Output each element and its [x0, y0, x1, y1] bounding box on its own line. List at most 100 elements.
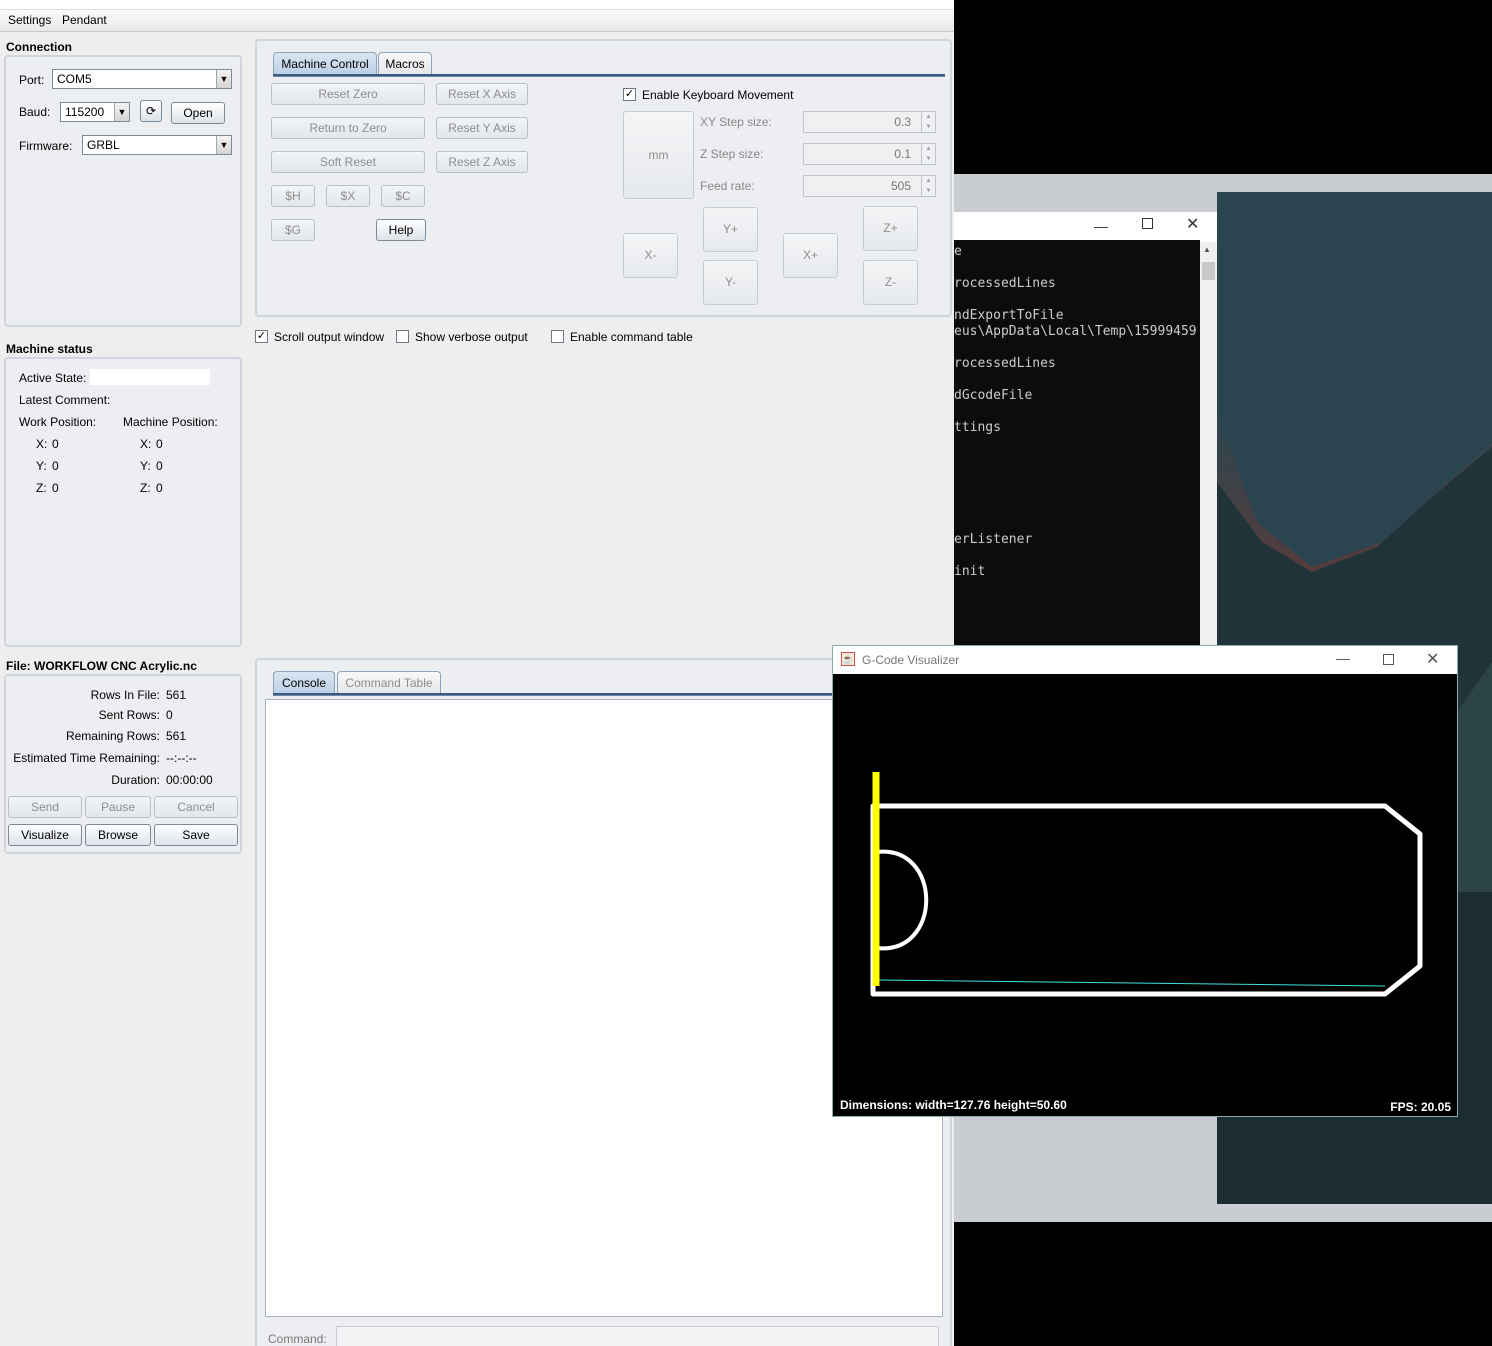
- jog-z-minus-button[interactable]: Z-: [863, 260, 918, 305]
- firmware-select[interactable]: GRBL ▼: [82, 135, 232, 155]
- port-select[interactable]: COM5 ▼: [52, 69, 232, 89]
- gcode-visualizer-window: Dimensions: width=127.76 height=50.60 FP…: [832, 645, 1458, 1117]
- visualizer-title: G-Code Visualizer: [862, 653, 960, 667]
- soft-reset-button[interactable]: Soft Reset: [271, 151, 425, 173]
- est-time-label: Estimated Time Remaining:: [13, 751, 160, 765]
- tab-macros[interactable]: Macros: [378, 52, 432, 76]
- chevron-down-icon[interactable]: ▼: [216, 136, 231, 154]
- z-step-input[interactable]: 0.1 ▲ ▼: [803, 143, 936, 165]
- command-table-checkbox[interactable]: [551, 330, 564, 343]
- z-step-value: 0.1: [894, 147, 911, 161]
- work-y-label: Y:: [36, 459, 47, 473]
- spinner-arrows-icon[interactable]: ▲ ▼: [921, 144, 935, 164]
- xy-step-input[interactable]: 0.3 ▲ ▼: [803, 111, 936, 133]
- scroll-thumb[interactable]: [1202, 262, 1215, 280]
- machine-control-panel: Machine Control Macros Reset Zero Reset …: [255, 39, 952, 317]
- gcode-state-button[interactable]: $G: [271, 219, 315, 241]
- fps-label: FPS: 20.05: [1390, 1100, 1451, 1114]
- toolpath-progress-line: [877, 979, 1386, 987]
- open-button[interactable]: Open: [171, 102, 225, 124]
- terminal-line: erListener: [954, 532, 1033, 547]
- reset-zero-button[interactable]: Reset Zero: [271, 83, 425, 105]
- terminal-scrollbar[interactable]: ▲: [1200, 242, 1217, 646]
- chevron-down-icon[interactable]: ▼: [114, 103, 129, 121]
- sent-rows-label: Sent Rows:: [98, 708, 160, 722]
- home-button[interactable]: $H: [271, 185, 315, 207]
- maximize-icon[interactable]: [1383, 654, 1394, 665]
- verbose-output-checkbox[interactable]: [396, 330, 409, 343]
- close-icon[interactable]: ✕: [1186, 214, 1199, 234]
- verbose-output-label: Show verbose output: [415, 330, 528, 344]
- menu-pendant[interactable]: Pendant: [62, 13, 107, 27]
- refresh-ports-button[interactable]: ⟳: [140, 100, 162, 122]
- keyboard-movement-checkbox[interactable]: ✓: [623, 88, 636, 101]
- work-x-value: 0: [52, 437, 59, 451]
- tab-console[interactable]: Console: [273, 671, 335, 695]
- save-button[interactable]: Save: [154, 824, 238, 846]
- sent-rows-value: 0: [166, 708, 173, 722]
- terminal-line: eus\AppData\Local\Temp\15999459: [954, 324, 1197, 339]
- jog-y-minus-button[interactable]: Y-: [703, 260, 758, 305]
- jog-x-minus-button[interactable]: X-: [623, 233, 678, 278]
- work-z-label: Z:: [36, 481, 47, 495]
- feed-rate-value: 505: [890, 179, 911, 193]
- scroll-up-icon[interactable]: ▲: [1203, 245, 1211, 254]
- latest-comment-label: Latest Comment:: [19, 393, 111, 407]
- scroll-output-checkbox[interactable]: ✓: [255, 330, 268, 343]
- xy-step-value: 0.3: [894, 115, 911, 129]
- jog-x-plus-button[interactable]: X+: [783, 233, 838, 278]
- z-step-label: Z Step size:: [700, 147, 764, 161]
- pause-button[interactable]: Pause: [85, 796, 151, 818]
- feed-rate-input[interactable]: 505 ▲ ▼: [803, 175, 936, 197]
- tab-underline: [273, 74, 945, 77]
- work-y-value: 0: [52, 459, 59, 473]
- xy-step-label: XY Step size:: [700, 115, 772, 129]
- maximize-icon[interactable]: [1142, 218, 1153, 229]
- remaining-rows-value: 561: [166, 729, 187, 743]
- reset-z-button[interactable]: Reset Z Axis: [436, 151, 528, 173]
- visualizer-title-bar[interactable]: ☕ G-Code Visualizer — ✕: [833, 646, 1457, 674]
- terminal-line: dGcodeFile: [954, 388, 1033, 403]
- baud-select[interactable]: 115200 ▼: [60, 102, 130, 122]
- machine-z-label: Z:: [140, 481, 151, 495]
- chevron-down-icon[interactable]: ▼: [216, 70, 231, 88]
- terminal-line: ndExportToFile: [954, 308, 1064, 323]
- minimize-icon[interactable]: —: [1094, 218, 1108, 234]
- command-label: Command:: [268, 1332, 327, 1346]
- menu-settings[interactable]: Settings: [8, 13, 51, 27]
- return-to-zero-button[interactable]: Return to Zero: [271, 117, 425, 139]
- jog-z-plus-button[interactable]: Z+: [863, 206, 918, 251]
- terminal-line: ttings: [954, 420, 1001, 435]
- spinner-arrows-icon[interactable]: ▲ ▼: [921, 176, 935, 196]
- machine-status-panel: Active State: Latest Comment: Work Posit…: [4, 357, 242, 647]
- machine-y-label: Y:: [140, 459, 151, 473]
- visualize-button[interactable]: Visualize: [8, 824, 82, 846]
- help-button[interactable]: Help: [376, 219, 426, 241]
- reset-y-button[interactable]: Reset Y Axis: [436, 117, 528, 139]
- port-label: Port:: [19, 73, 45, 87]
- terminal-line: rocessedLines: [954, 276, 1056, 291]
- browse-button[interactable]: Browse: [85, 824, 151, 846]
- duration-value: 00:00:00: [166, 773, 213, 787]
- check-mode-button[interactable]: $C: [381, 185, 425, 207]
- scroll-output-label: Scroll output window: [274, 330, 385, 344]
- jog-y-plus-button[interactable]: Y+: [703, 207, 758, 252]
- unlock-button[interactable]: $X: [326, 185, 370, 207]
- connection-panel: Port: COM5 ▼ Baud: 115200 ▼ ⟳ Open Firmw…: [4, 55, 242, 327]
- minimize-icon[interactable]: —: [1336, 650, 1350, 666]
- refresh-icon: ⟳: [145, 104, 157, 118]
- reset-x-button[interactable]: Reset X Axis: [436, 83, 528, 105]
- command-input[interactable]: [336, 1326, 939, 1346]
- send-button[interactable]: Send: [8, 796, 82, 818]
- spinner-arrows-icon[interactable]: ▲ ▼: [921, 112, 935, 132]
- tab-command-table[interactable]: Command Table: [337, 671, 441, 695]
- visualizer-canvas[interactable]: [833, 674, 1457, 1116]
- work-x-label: X:: [36, 437, 48, 451]
- unit-toggle-button[interactable]: mm: [623, 111, 694, 199]
- file-panel: Rows In File: 561 Sent Rows: 0 Remaining…: [4, 674, 242, 854]
- tab-machine-control[interactable]: Machine Control: [273, 52, 377, 76]
- close-icon[interactable]: ✕: [1426, 649, 1439, 669]
- cancel-button[interactable]: Cancel: [154, 796, 238, 818]
- machine-x-value: 0: [156, 437, 163, 451]
- duration-label: Duration:: [111, 773, 160, 787]
